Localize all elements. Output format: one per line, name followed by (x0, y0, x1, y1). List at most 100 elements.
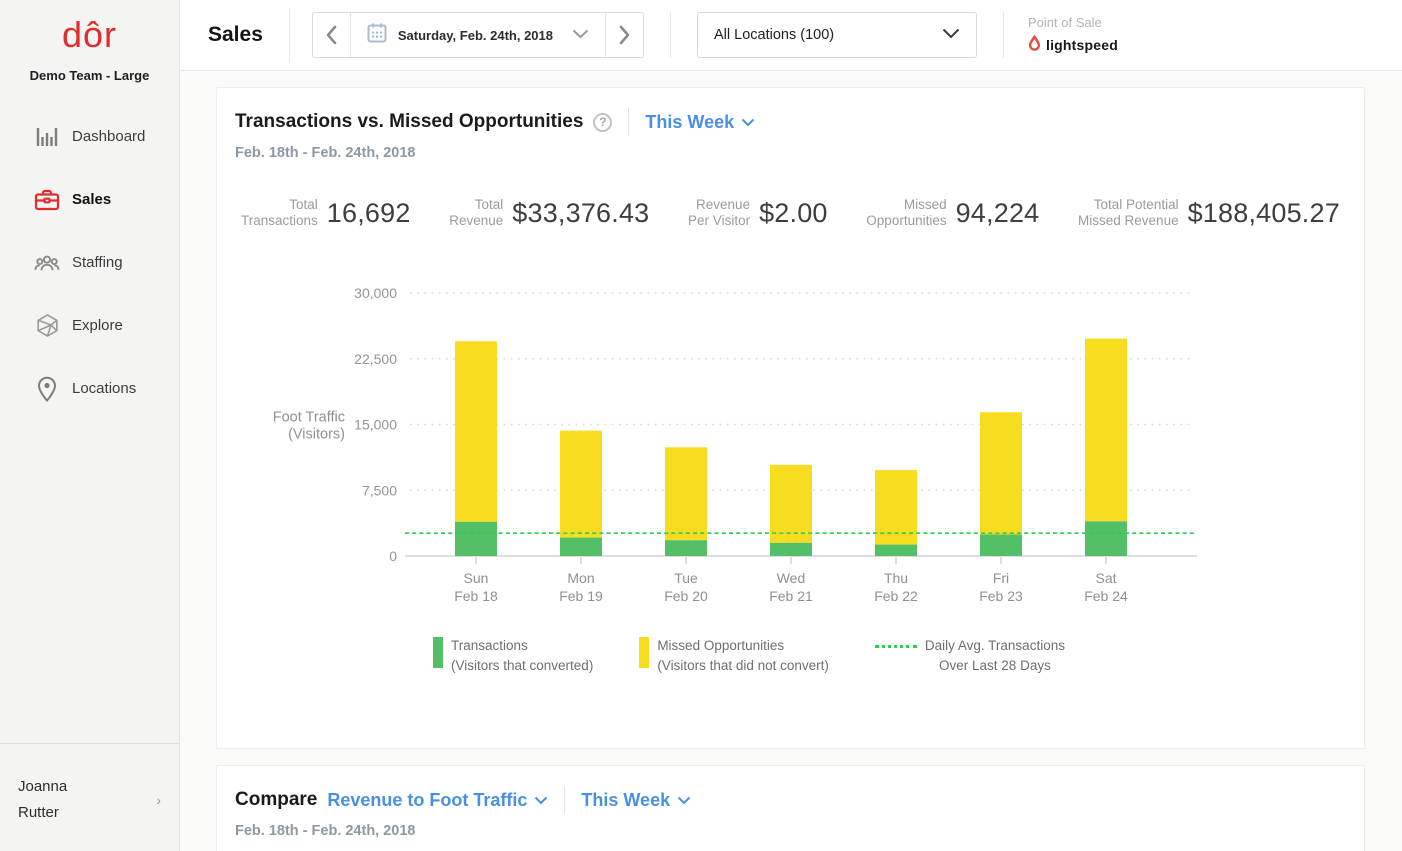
legend-swatch (433, 637, 443, 668)
sidebar-item-label: Sales (72, 191, 111, 208)
user-last-name: Rutter (18, 800, 67, 826)
previous-day-button[interactable] (313, 13, 351, 57)
bar-chart-icon (34, 125, 60, 149)
map-pin-icon (34, 376, 60, 402)
svg-text:0: 0 (389, 548, 397, 564)
top-bar: Sales Saturday, Feb. 24th, 20 (180, 0, 1402, 71)
stat-total-transactions: TotalTransactions 16,692 (241, 197, 411, 229)
dor-logo[interactable]: dôr (0, 14, 179, 56)
divider (289, 8, 290, 62)
user-menu[interactable]: Joanna Rutter › (0, 743, 179, 851)
stat-value: $2.00 (759, 198, 828, 229)
chevron-down-icon (677, 796, 691, 805)
svg-text:Mon: Mon (567, 570, 594, 586)
locations-select[interactable]: All Locations (100) (697, 12, 977, 58)
divider (670, 12, 671, 58)
period-label: This Week (645, 112, 734, 133)
compare-metric-label: Revenue to Foot Traffic (327, 790, 527, 811)
stat-value: $33,376.43 (512, 198, 649, 229)
sidebar-item-locations[interactable]: Locations (0, 357, 179, 420)
chart-legend: Transactions(Visitors that converted) Mi… (235, 636, 1346, 675)
sidebar-item-sales[interactable]: Sales (0, 168, 179, 231)
svg-text:Tue: Tue (674, 570, 698, 586)
stat-value: 16,692 (327, 198, 411, 229)
svg-text:Feb 22: Feb 22 (874, 588, 918, 604)
divider (628, 108, 629, 136)
svg-text:7,500: 7,500 (362, 483, 397, 499)
compare-metric-dropdown[interactable]: Revenue to Foot Traffic (327, 790, 548, 811)
legend-daily-avg: Daily Avg. TransactionsOver Last 28 Days (875, 636, 1065, 675)
svg-text:22,500: 22,500 (354, 351, 397, 367)
svg-text:Thu: Thu (884, 570, 908, 586)
sidebar-item-label: Locations (72, 380, 136, 397)
legend-dashed-line-swatch (875, 645, 917, 648)
card-date-range: Feb. 18th - Feb. 24th, 2018 (235, 145, 1346, 161)
stat-total-revenue: TotalRevenue $33,376.43 (449, 197, 649, 229)
sidebar-item-staffing[interactable]: Staffing (0, 231, 179, 294)
stat-missed-opportunities: MissedOpportunities 94,224 (866, 197, 1039, 229)
chevron-right-icon: › (156, 792, 161, 808)
svg-text:Feb 19: Feb 19 (559, 588, 603, 604)
main-area: Sales Saturday, Feb. 24th, 20 (180, 0, 1402, 851)
user-first-name: Joanna (18, 774, 67, 800)
transactions-vs-missed-card: Transactions vs. Missed Opportunities ? … (216, 87, 1365, 749)
selected-date: Saturday, Feb. 24th, 2018 (398, 28, 553, 43)
locations-select-value: All Locations (100) (714, 27, 834, 43)
sidebar: dôr Demo Team - Large Dashboard (0, 0, 180, 851)
sidebar-item-explore[interactable]: Explore (0, 294, 179, 357)
period-dropdown[interactable]: This Week (645, 112, 755, 133)
hexagon-icon (34, 313, 60, 338)
svg-text:Wed: Wed (777, 570, 806, 586)
compare-card: Compare Revenue to Foot Traffic This Wee… (216, 765, 1365, 851)
page-content: Transactions vs. Missed Opportunities ? … (180, 71, 1402, 851)
chevron-down-icon (942, 26, 960, 44)
svg-text:Feb 20: Feb 20 (664, 588, 708, 604)
chevron-down-icon (741, 118, 755, 127)
briefcase-icon (34, 188, 60, 212)
legend-missed-opportunities: Missed Opportunities(Visitors that did n… (639, 636, 829, 675)
calendar-icon (367, 22, 387, 48)
sidebar-item-label: Staffing (72, 254, 123, 271)
sidebar-nav: Dashboard Sales Staffing (0, 105, 179, 420)
date-display[interactable]: Saturday, Feb. 24th, 2018 (351, 13, 605, 57)
divider (564, 786, 565, 814)
compare-title: Compare (235, 789, 317, 811)
compare-date-range: Feb. 18th - Feb. 24th, 2018 (235, 823, 1346, 839)
sidebar-item-label: Explore (72, 317, 123, 334)
sidebar-item-label: Dashboard (72, 128, 145, 145)
point-of-sale-block: Point of Sale lightspeed (1004, 15, 1118, 56)
chevron-down-icon (572, 26, 589, 44)
foot-traffic-bar-chart: 0 7,500 15,000 22,500 30,000 Foot Traffic(Vis… (235, 269, 1346, 605)
compare-period-dropdown[interactable]: This Week (581, 790, 691, 811)
legend-transactions: Transactions(Visitors that converted) (433, 636, 593, 675)
card-title: Transactions vs. Missed Opportunities (235, 111, 583, 133)
svg-text:Foot Traffic: Foot Traffic (273, 410, 345, 426)
stat-value: 94,224 (956, 198, 1040, 229)
chart-area: 0 7,500 15,000 22,500 30,000 Foot Traffic(Vis… (235, 269, 1346, 610)
page-title: Sales (208, 23, 263, 47)
chevron-down-icon (534, 796, 548, 805)
stat-potential-missed-revenue: Total PotentialMissed Revenue $188,405.2… (1078, 197, 1340, 229)
people-icon (34, 251, 60, 275)
svg-text:Feb 21: Feb 21 (769, 588, 813, 604)
svg-text:30,000: 30,000 (354, 285, 397, 301)
sidebar-item-dashboard[interactable]: Dashboard (0, 105, 179, 168)
stats-row: TotalTransactions 16,692 TotalRevenue $3… (235, 197, 1346, 229)
svg-text:Feb 18: Feb 18 (454, 588, 498, 604)
stat-revenue-per-visitor: RevenuePer Visitor $2.00 (688, 197, 828, 229)
svg-text:Sun: Sun (464, 570, 489, 586)
legend-swatch (639, 637, 649, 668)
compare-period-label: This Week (581, 790, 670, 811)
svg-text:15,000: 15,000 (354, 417, 397, 433)
svg-text:(Visitors): (Visitors) (288, 427, 345, 443)
point-of-sale-label: Point of Sale (1028, 15, 1118, 30)
svg-text:Sat: Sat (1095, 570, 1116, 586)
date-picker: Saturday, Feb. 24th, 2018 (312, 12, 644, 58)
svg-text:Feb 23: Feb 23 (979, 588, 1023, 604)
next-day-button[interactable] (605, 13, 643, 57)
team-name: Demo Team - Large (0, 68, 179, 83)
svg-text:Feb 24: Feb 24 (1084, 588, 1128, 604)
lightspeed-flame-icon (1028, 35, 1041, 56)
help-icon[interactable]: ? (593, 113, 612, 132)
stat-value: $188,405.27 (1188, 198, 1340, 229)
